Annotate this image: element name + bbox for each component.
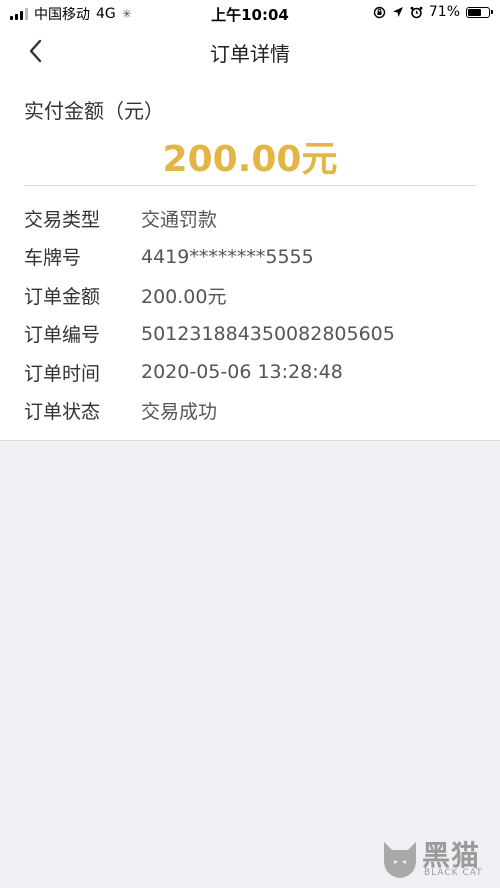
detail-value: 交易成功 [141, 401, 218, 424]
detail-value: 200.00元 [141, 285, 227, 308]
status-bar: 中国移动 4G ✳ 上午10:04 71% [0, 0, 500, 26]
status-right: 71% [373, 4, 493, 20]
detail-row-order-time: 订单时间 2020-05-06 13:28:48 [24, 353, 476, 392]
detail-row-order-status: 订单状态 交易成功 [24, 392, 476, 431]
detail-row-plate-number: 车牌号 4419********5555 [24, 238, 476, 277]
battery-percent: 71% [428, 4, 460, 20]
detail-value: 4419********5555 [141, 245, 314, 268]
detail-label: 交易类型 [24, 208, 101, 231]
battery-level [468, 8, 481, 16]
chevron-left-icon [29, 39, 42, 63]
amount-value: 200.00元 [162, 139, 338, 180]
battery-icon [466, 6, 493, 18]
divider [24, 185, 476, 186]
detail-row-transaction-type: 交易类型 交通罚款 [24, 199, 476, 238]
order-detail-card: 实付金额（元） 200.00元 交易类型 交通罚款 车牌号 4419******… [0, 76, 500, 441]
alarm-clock-icon [410, 6, 423, 18]
orientation-lock-icon [373, 6, 386, 18]
detail-label: 订单编号 [24, 324, 101, 347]
detail-value: 交通罚款 [141, 208, 218, 231]
amount-label: 实付金额（元） [24, 99, 164, 123]
detail-label: 车牌号 [24, 247, 82, 270]
detail-label: 订单金额 [24, 285, 101, 308]
page-title: 订单详情 [210, 42, 290, 66]
detail-row-order-number: 订单编号 501231884350082805605 [24, 315, 476, 354]
detail-value: 2020-05-06 13:28:48 [141, 361, 343, 384]
watermark: 黑猫 BLACK CAT [380, 832, 488, 882]
location-arrow-icon [392, 7, 403, 17]
detail-value: 501231884350082805605 [141, 322, 395, 345]
detail-label: 订单时间 [24, 362, 101, 385]
detail-list: 交易类型 交通罚款 车牌号 4419********5555 订单金额 200.… [24, 199, 476, 430]
detail-label: 订单状态 [24, 401, 101, 424]
black-cat-logo-icon [384, 842, 416, 878]
detail-row-order-amount: 订单金额 200.00元 [24, 276, 476, 315]
back-button[interactable] [20, 36, 54, 66]
watermark-subtext: BLACK CAT [424, 868, 483, 878]
nav-bar: 订单详情 [0, 26, 500, 76]
